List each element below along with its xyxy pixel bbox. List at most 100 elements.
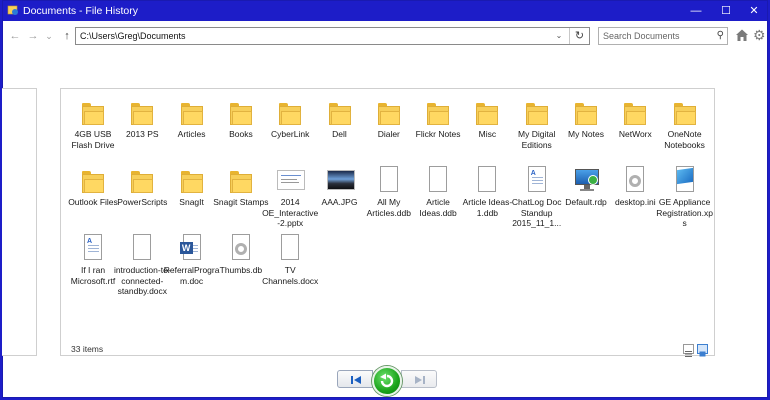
search-input[interactable]: Search Documents ⚲	[598, 27, 728, 45]
file-item[interactable]: AAA.JPG	[314, 161, 366, 231]
folder-icon	[79, 165, 107, 195]
file-item[interactable]: Article Ideas.ddb	[412, 161, 464, 231]
folder-icon	[227, 165, 255, 195]
file-item[interactable]: Flickr Notes	[412, 93, 464, 163]
file-item[interactable]: Article Ideas-1.ddb	[461, 161, 513, 231]
large-icons-view-button[interactable]	[697, 344, 708, 357]
file-item[interactable]: TV Channels.docx	[262, 229, 319, 299]
file-item[interactable]: NetWorx	[609, 93, 661, 163]
file-list-pane: 4GB USB Flash Drive 2013 PS Articles Books C…	[60, 88, 715, 357]
file-item[interactable]: All My Articles.ddb	[363, 161, 415, 231]
file-item[interactable]: introduction-to-connected-standby.docx	[114, 229, 171, 299]
file-item[interactable]: Dell	[314, 93, 366, 163]
document-icon	[424, 165, 452, 195]
folder-icon	[276, 97, 304, 127]
folder-icon	[128, 97, 156, 127]
file-item[interactable]: Books	[215, 93, 267, 163]
restore-controls	[337, 366, 439, 396]
folder-icon	[79, 97, 107, 127]
settings-button[interactable]: ⚙	[753, 28, 767, 42]
file-item[interactable]: Default.rdp	[560, 161, 612, 231]
file-item[interactable]: GE Appliance Registration.xps	[656, 161, 713, 231]
file-item[interactable]: A ChatLog Doc Standup 2015_11_1...	[511, 161, 563, 231]
file-item[interactable]: PowerScripts	[116, 161, 168, 231]
previous-version-pane	[2, 88, 37, 356]
document-icon	[375, 165, 403, 195]
file-item[interactable]: My Notes	[560, 93, 612, 163]
chevron-down-icon: ⌄	[45, 31, 53, 41]
file-item-label: GE Appliance Registration.xps	[656, 197, 713, 228]
forward-button[interactable]: →	[25, 27, 41, 45]
status-bar: 33 items	[61, 342, 714, 357]
file-item-label: TV Channels.docx	[262, 265, 319, 286]
forward-arrow-icon: →	[27, 30, 39, 42]
skip-previous-icon	[351, 376, 361, 384]
xps-document-icon	[671, 165, 699, 195]
file-item[interactable]: Thumbs.db	[215, 229, 267, 299]
navigation-bar: ← → ⌄ ↑ C:\Users\Greg\Documents ⌄ ↻ Sear…	[3, 23, 767, 49]
refresh-button[interactable]: ↻	[569, 28, 589, 44]
details-view-button[interactable]	[683, 344, 694, 357]
folder-icon	[671, 97, 699, 127]
address-path: C:\Users\Greg\Documents	[80, 31, 186, 41]
file-item[interactable]: desktop.ini	[609, 161, 661, 231]
maximize-button[interactable]: ☐	[711, 1, 741, 21]
chevron-down-icon: ⌄	[555, 31, 563, 40]
skip-next-icon	[415, 376, 425, 384]
rich-text-document-icon: A	[79, 233, 107, 263]
back-arrow-icon: ←	[9, 30, 21, 42]
close-button[interactable]: ✕	[739, 1, 769, 21]
up-button[interactable]: ↑	[59, 27, 75, 45]
minimize-button[interactable]: —	[681, 1, 711, 21]
file-history-window: Documents - File History — ☐ ✕ ← → ⌄ ↑ C…	[2, 0, 768, 398]
file-item[interactable]: 2013 PS	[116, 93, 168, 163]
minimize-icon: —	[690, 5, 702, 17]
search-placeholder: Search Documents	[603, 31, 680, 41]
folder-icon	[621, 97, 649, 127]
window-title: Documents - File History	[23, 5, 138, 17]
folder-icon	[523, 97, 551, 127]
refresh-icon: ↻	[574, 30, 585, 42]
address-bar[interactable]: C:\Users\Greg\Documents ⌄ ↻	[75, 27, 590, 45]
recent-locations-button[interactable]: ⌄	[41, 27, 57, 45]
presentation-thumbnail-icon	[276, 165, 306, 195]
image-thumbnail-icon	[326, 165, 355, 195]
file-item[interactable]: A If I ran Microsoft.rtf	[67, 229, 119, 299]
folder-icon	[227, 97, 255, 127]
back-button[interactable]: ←	[7, 27, 23, 45]
file-item[interactable]: SnagIt	[166, 161, 218, 231]
file-item[interactable]: CyberLink	[264, 93, 316, 163]
up-arrow-icon: ↑	[64, 30, 70, 42]
file-item[interactable]: Articles	[166, 93, 218, 163]
previous-version-button[interactable]	[337, 370, 373, 388]
settings-file-icon	[621, 165, 649, 195]
file-item[interactable]: 2014 OE_Interactive-2.pptx	[262, 161, 318, 231]
folder-icon	[178, 165, 206, 195]
close-icon: ✕	[749, 5, 759, 17]
file-item[interactable]: OneNote Notebooks	[659, 93, 711, 163]
title-bar: Documents - File History — ☐ ✕	[3, 1, 767, 21]
folder-icon	[128, 165, 156, 195]
file-item[interactable]: Snagit Stamps	[213, 161, 269, 231]
gear-icon: ⚙	[753, 27, 766, 43]
file-item[interactable]: Dialer	[363, 93, 415, 163]
file-item[interactable]: Outlook Files	[67, 161, 119, 231]
word-document-icon: W	[178, 233, 206, 263]
file-item[interactable]: 4GB USB Flash Drive	[67, 93, 119, 163]
home-icon[interactable]	[735, 28, 749, 42]
settings-file-icon	[227, 233, 255, 263]
restore-icon	[380, 373, 394, 388]
next-version-button[interactable]	[401, 370, 437, 388]
address-dropdown-button[interactable]: ⌄	[553, 28, 565, 44]
file-item[interactable]: Misc	[461, 93, 513, 163]
search-icon: ⚲	[716, 30, 724, 41]
folder-icon	[326, 97, 354, 127]
folder-icon	[424, 97, 452, 127]
large-icons-view-icon	[699, 351, 706, 357]
file-history-app-icon	[7, 5, 18, 15]
file-item[interactable]: W ReferralProgram.doc	[164, 229, 219, 299]
folder-icon	[473, 97, 501, 127]
file-item[interactable]: My Digital Editions	[511, 93, 563, 163]
folder-icon	[572, 97, 600, 127]
restore-button[interactable]	[372, 366, 402, 396]
